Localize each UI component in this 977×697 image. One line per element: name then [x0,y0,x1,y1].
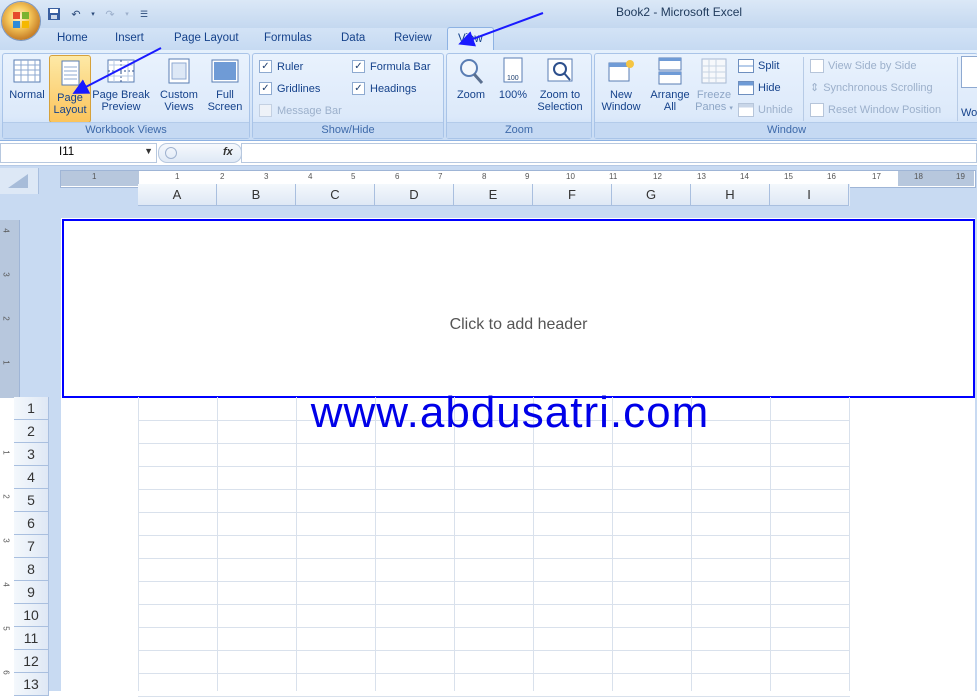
arrow-to-view-tab [458,12,544,47]
office-button[interactable] [2,2,40,40]
office-logo-icon [13,12,29,28]
arrow-to-page-layout [72,47,162,94]
annotation-arrows [72,12,544,94]
